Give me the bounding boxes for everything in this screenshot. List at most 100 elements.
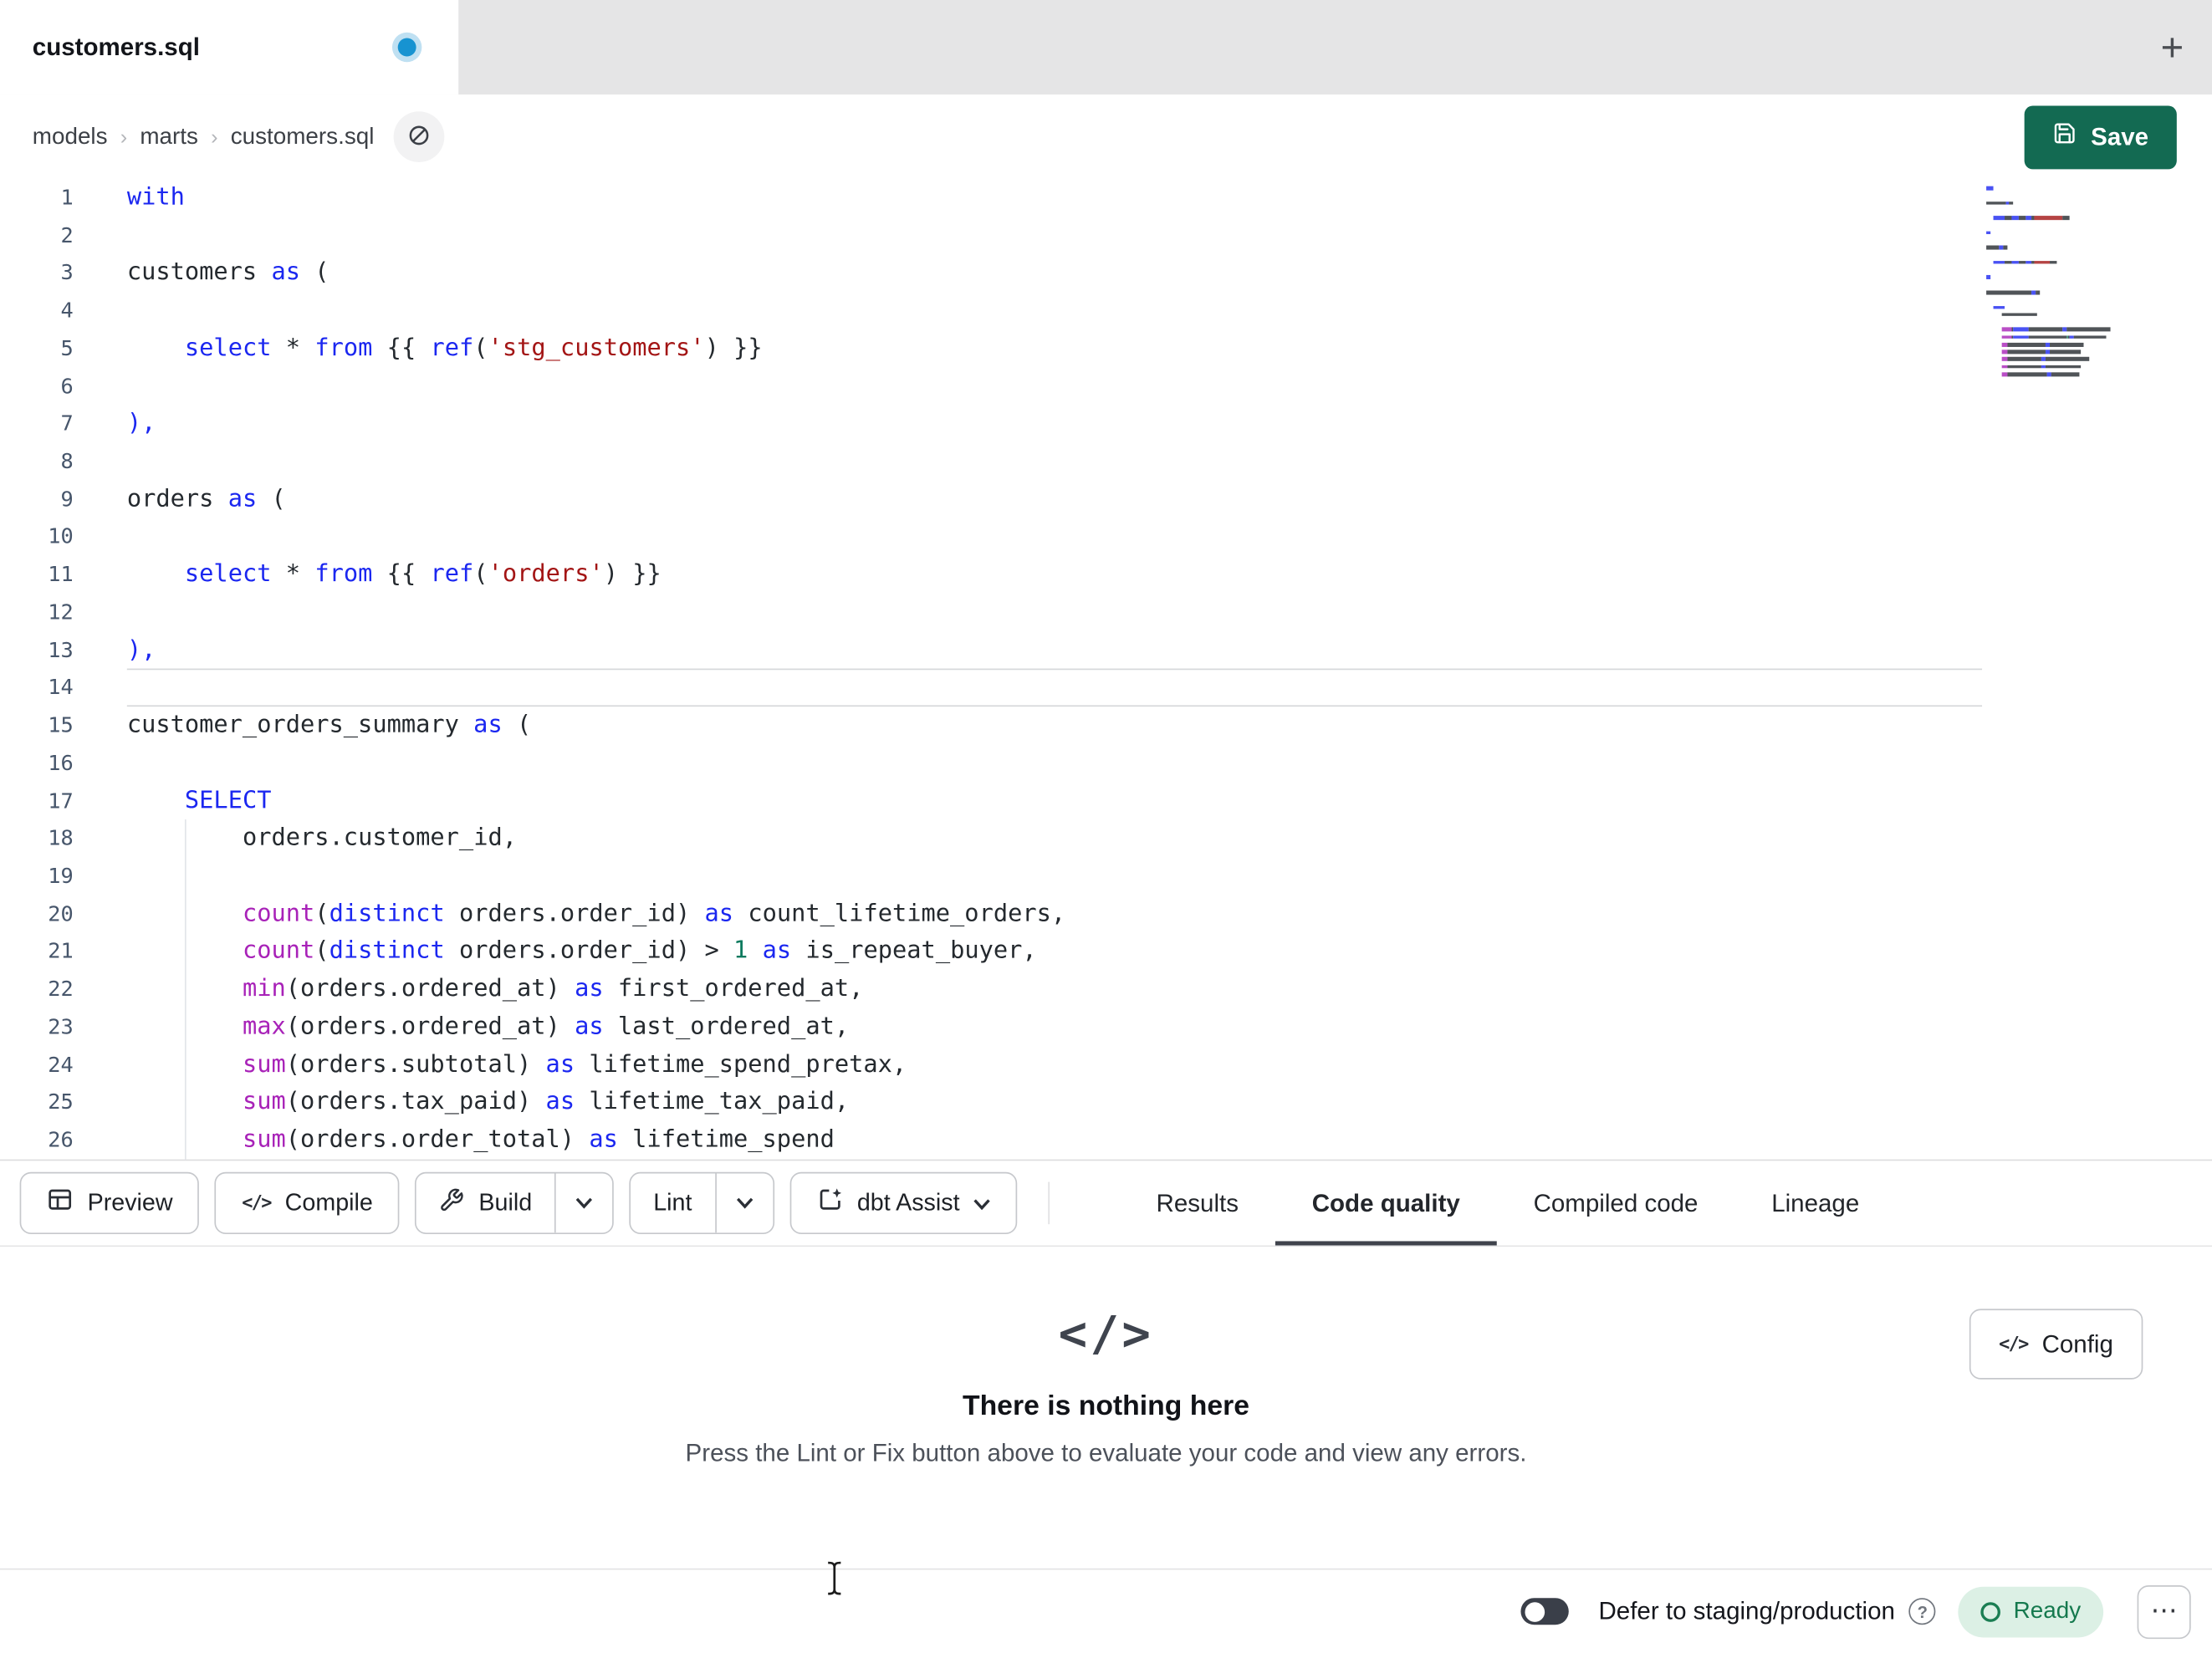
preview-button[interactable]: Preview bbox=[19, 1171, 200, 1235]
code-text: select * from {{ ref('stg_customers') }} bbox=[184, 334, 763, 363]
line-number: 17 bbox=[48, 788, 74, 814]
code-line[interactable]: 14 bbox=[0, 669, 1983, 707]
code-line[interactable]: 16 bbox=[0, 744, 1982, 782]
code-text: sum(orders.subtotal) as lifetime_spend_p… bbox=[242, 1049, 907, 1079]
build-button-label: Build bbox=[478, 1189, 533, 1217]
build-dropdown-button[interactable] bbox=[556, 1173, 612, 1232]
code-text: SELECT bbox=[184, 786, 272, 815]
plus-icon: + bbox=[2160, 24, 2184, 69]
code-line[interactable]: 11 select * from {{ ref('orders') }} bbox=[0, 556, 1982, 594]
line-number: 22 bbox=[48, 976, 74, 1002]
indent-guide bbox=[184, 819, 186, 1160]
config-button-label: Config bbox=[2041, 1329, 2113, 1358]
code-line[interactable]: 8 bbox=[0, 443, 1982, 481]
code-line[interactable]: 22 min(orders.ordered_at) as first_order… bbox=[0, 971, 1982, 1008]
breadcrumb-row: models › marts › customers.sql Save bbox=[0, 94, 2212, 180]
status-ring-icon bbox=[1980, 1601, 2001, 1622]
tab-customers-sql[interactable]: customers.sql bbox=[0, 0, 459, 95]
dbt-assist-button[interactable]: dbt Assist bbox=[789, 1171, 1018, 1235]
line-number: 24 bbox=[48, 1051, 74, 1077]
build-button[interactable]: Build bbox=[416, 1173, 554, 1232]
code-line[interactable]: 5 select * from {{ ref('stg_customers') … bbox=[0, 330, 1982, 368]
code-text: select * from {{ ref('orders') }} bbox=[184, 559, 662, 589]
code-text: customers as ( bbox=[126, 258, 330, 288]
code-brackets-icon: </> bbox=[1058, 1306, 1154, 1363]
code-icon: </> bbox=[1999, 1333, 2029, 1355]
code-line[interactable]: 17 SELECT bbox=[0, 782, 1982, 819]
line-number: 5 bbox=[60, 335, 74, 361]
breadcrumb-item-file[interactable]: customers.sql bbox=[231, 124, 375, 151]
code-line[interactable]: 15 customer_orders_summary as ( bbox=[0, 707, 1982, 744]
code-text: count(distinct orders.order_id) as count… bbox=[242, 899, 1066, 928]
code-line[interactable]: 1 with bbox=[0, 179, 1982, 217]
line-number: 6 bbox=[60, 373, 74, 399]
code-line[interactable]: 23 max(orders.ordered_at) as last_ordere… bbox=[0, 1008, 1982, 1046]
editor-tab-bar: customers.sql + bbox=[0, 0, 2212, 95]
chevron-down-icon bbox=[973, 1189, 991, 1217]
lint-dropdown-button[interactable] bbox=[716, 1173, 772, 1232]
minimap[interactable] bbox=[1986, 186, 2116, 380]
file-actions-button[interactable] bbox=[394, 111, 445, 162]
code-line[interactable]: 21 count(distinct orders.order_id) > 1 a… bbox=[0, 933, 1982, 971]
tab-compiled-code[interactable]: Compiled code bbox=[1497, 1161, 1735, 1245]
code-line[interactable]: 3 customers as ( bbox=[0, 254, 1982, 292]
config-button[interactable]: </> Config bbox=[1969, 1309, 2143, 1380]
code-text: count(distinct orders.order_id) > 1 as i… bbox=[242, 936, 1037, 966]
breadcrumb-separator: › bbox=[120, 125, 128, 149]
code-line[interactable]: 24 sum(orders.subtotal) as lifetime_spen… bbox=[0, 1046, 1982, 1084]
code-line[interactable]: 4 bbox=[0, 292, 1982, 329]
save-button[interactable]: Save bbox=[2024, 105, 2177, 169]
code-line[interactable]: 10 bbox=[0, 518, 1982, 556]
code-line[interactable]: 26 sum(orders.order_total) as lifetime_s… bbox=[0, 1121, 1982, 1159]
preview-button-label: Preview bbox=[87, 1189, 173, 1217]
compile-button[interactable]: </> Compile bbox=[215, 1171, 400, 1235]
code-line[interactable]: 18 orders.customer_id, bbox=[0, 819, 1982, 857]
code-line[interactable]: 19 bbox=[0, 858, 1982, 895]
magic-edit-icon bbox=[816, 1186, 843, 1220]
save-button-label: Save bbox=[2091, 121, 2149, 151]
line-number: 14 bbox=[48, 674, 74, 701]
code-icon: </> bbox=[242, 1192, 272, 1214]
toggle-knob bbox=[1524, 1601, 1545, 1622]
tab-results[interactable]: Results bbox=[1120, 1161, 1275, 1245]
status-bar: Defer to staging/production ? Ready ⋯ bbox=[0, 1569, 2212, 1653]
code-line[interactable]: 25 sum(orders.tax_paid) as lifetime_tax_… bbox=[0, 1084, 1982, 1121]
code-line[interactable]: 7), bbox=[0, 406, 1982, 443]
tab-code-quality[interactable]: Code quality bbox=[1275, 1161, 1497, 1246]
lint-button[interactable]: Lint bbox=[631, 1173, 714, 1232]
line-number: 19 bbox=[48, 863, 74, 889]
lint-split-button: Lint bbox=[629, 1171, 774, 1235]
breadcrumb-item-models[interactable]: models bbox=[33, 124, 108, 151]
code-line[interactable]: 2 bbox=[0, 217, 1982, 254]
defer-toggle[interactable] bbox=[1520, 1598, 1570, 1625]
line-number: 4 bbox=[60, 298, 74, 324]
dbt-assist-button-label: dbt Assist bbox=[856, 1189, 960, 1217]
ready-status-badge[interactable]: Ready bbox=[1958, 1585, 2104, 1637]
code-text: sum(orders.order_total) as lifetime_spen… bbox=[242, 1125, 835, 1154]
empty-state-subtitle: Press the Lint or Fix button above to ev… bbox=[685, 1438, 1527, 1467]
new-tab-button[interactable]: + bbox=[2161, 0, 2184, 94]
code-text: with bbox=[126, 183, 185, 212]
code-editor[interactable]: 1 with 2 3 customers as ( 4 5 select * from {{… bbox=[0, 179, 2212, 1160]
line-number: 1 bbox=[60, 184, 74, 211]
code-text: ), bbox=[126, 635, 156, 664]
help-icon[interactable]: ? bbox=[1908, 1598, 1936, 1625]
compile-button-label: Compile bbox=[284, 1189, 373, 1217]
code-text: orders as ( bbox=[126, 484, 286, 513]
viewport: customers.sql + models › marts › custome… bbox=[0, 0, 2212, 1653]
tab-lineage[interactable]: Lineage bbox=[1734, 1161, 1896, 1245]
overflow-menu-button[interactable]: ⋯ bbox=[2137, 1584, 2191, 1639]
tab-label: customers.sql bbox=[32, 32, 200, 61]
result-tabs: Results Code quality Compiled code Linea… bbox=[1120, 1161, 2212, 1246]
code-line[interactable]: 20 count(distinct orders.order_id) as co… bbox=[0, 895, 1982, 933]
line-number: 21 bbox=[48, 938, 74, 964]
line-number: 8 bbox=[60, 448, 74, 474]
breadcrumb-separator: › bbox=[211, 125, 218, 149]
code-line[interactable]: 9 orders as ( bbox=[0, 481, 1982, 518]
code-line[interactable]: 13), bbox=[0, 631, 1982, 669]
breadcrumb-item-marts[interactable]: marts bbox=[140, 124, 198, 151]
code-line[interactable]: 6 bbox=[0, 368, 1982, 406]
code-line[interactable]: 12 bbox=[0, 594, 1982, 631]
code-text: sum(orders.tax_paid) as lifetime_tax_pai… bbox=[242, 1087, 850, 1116]
